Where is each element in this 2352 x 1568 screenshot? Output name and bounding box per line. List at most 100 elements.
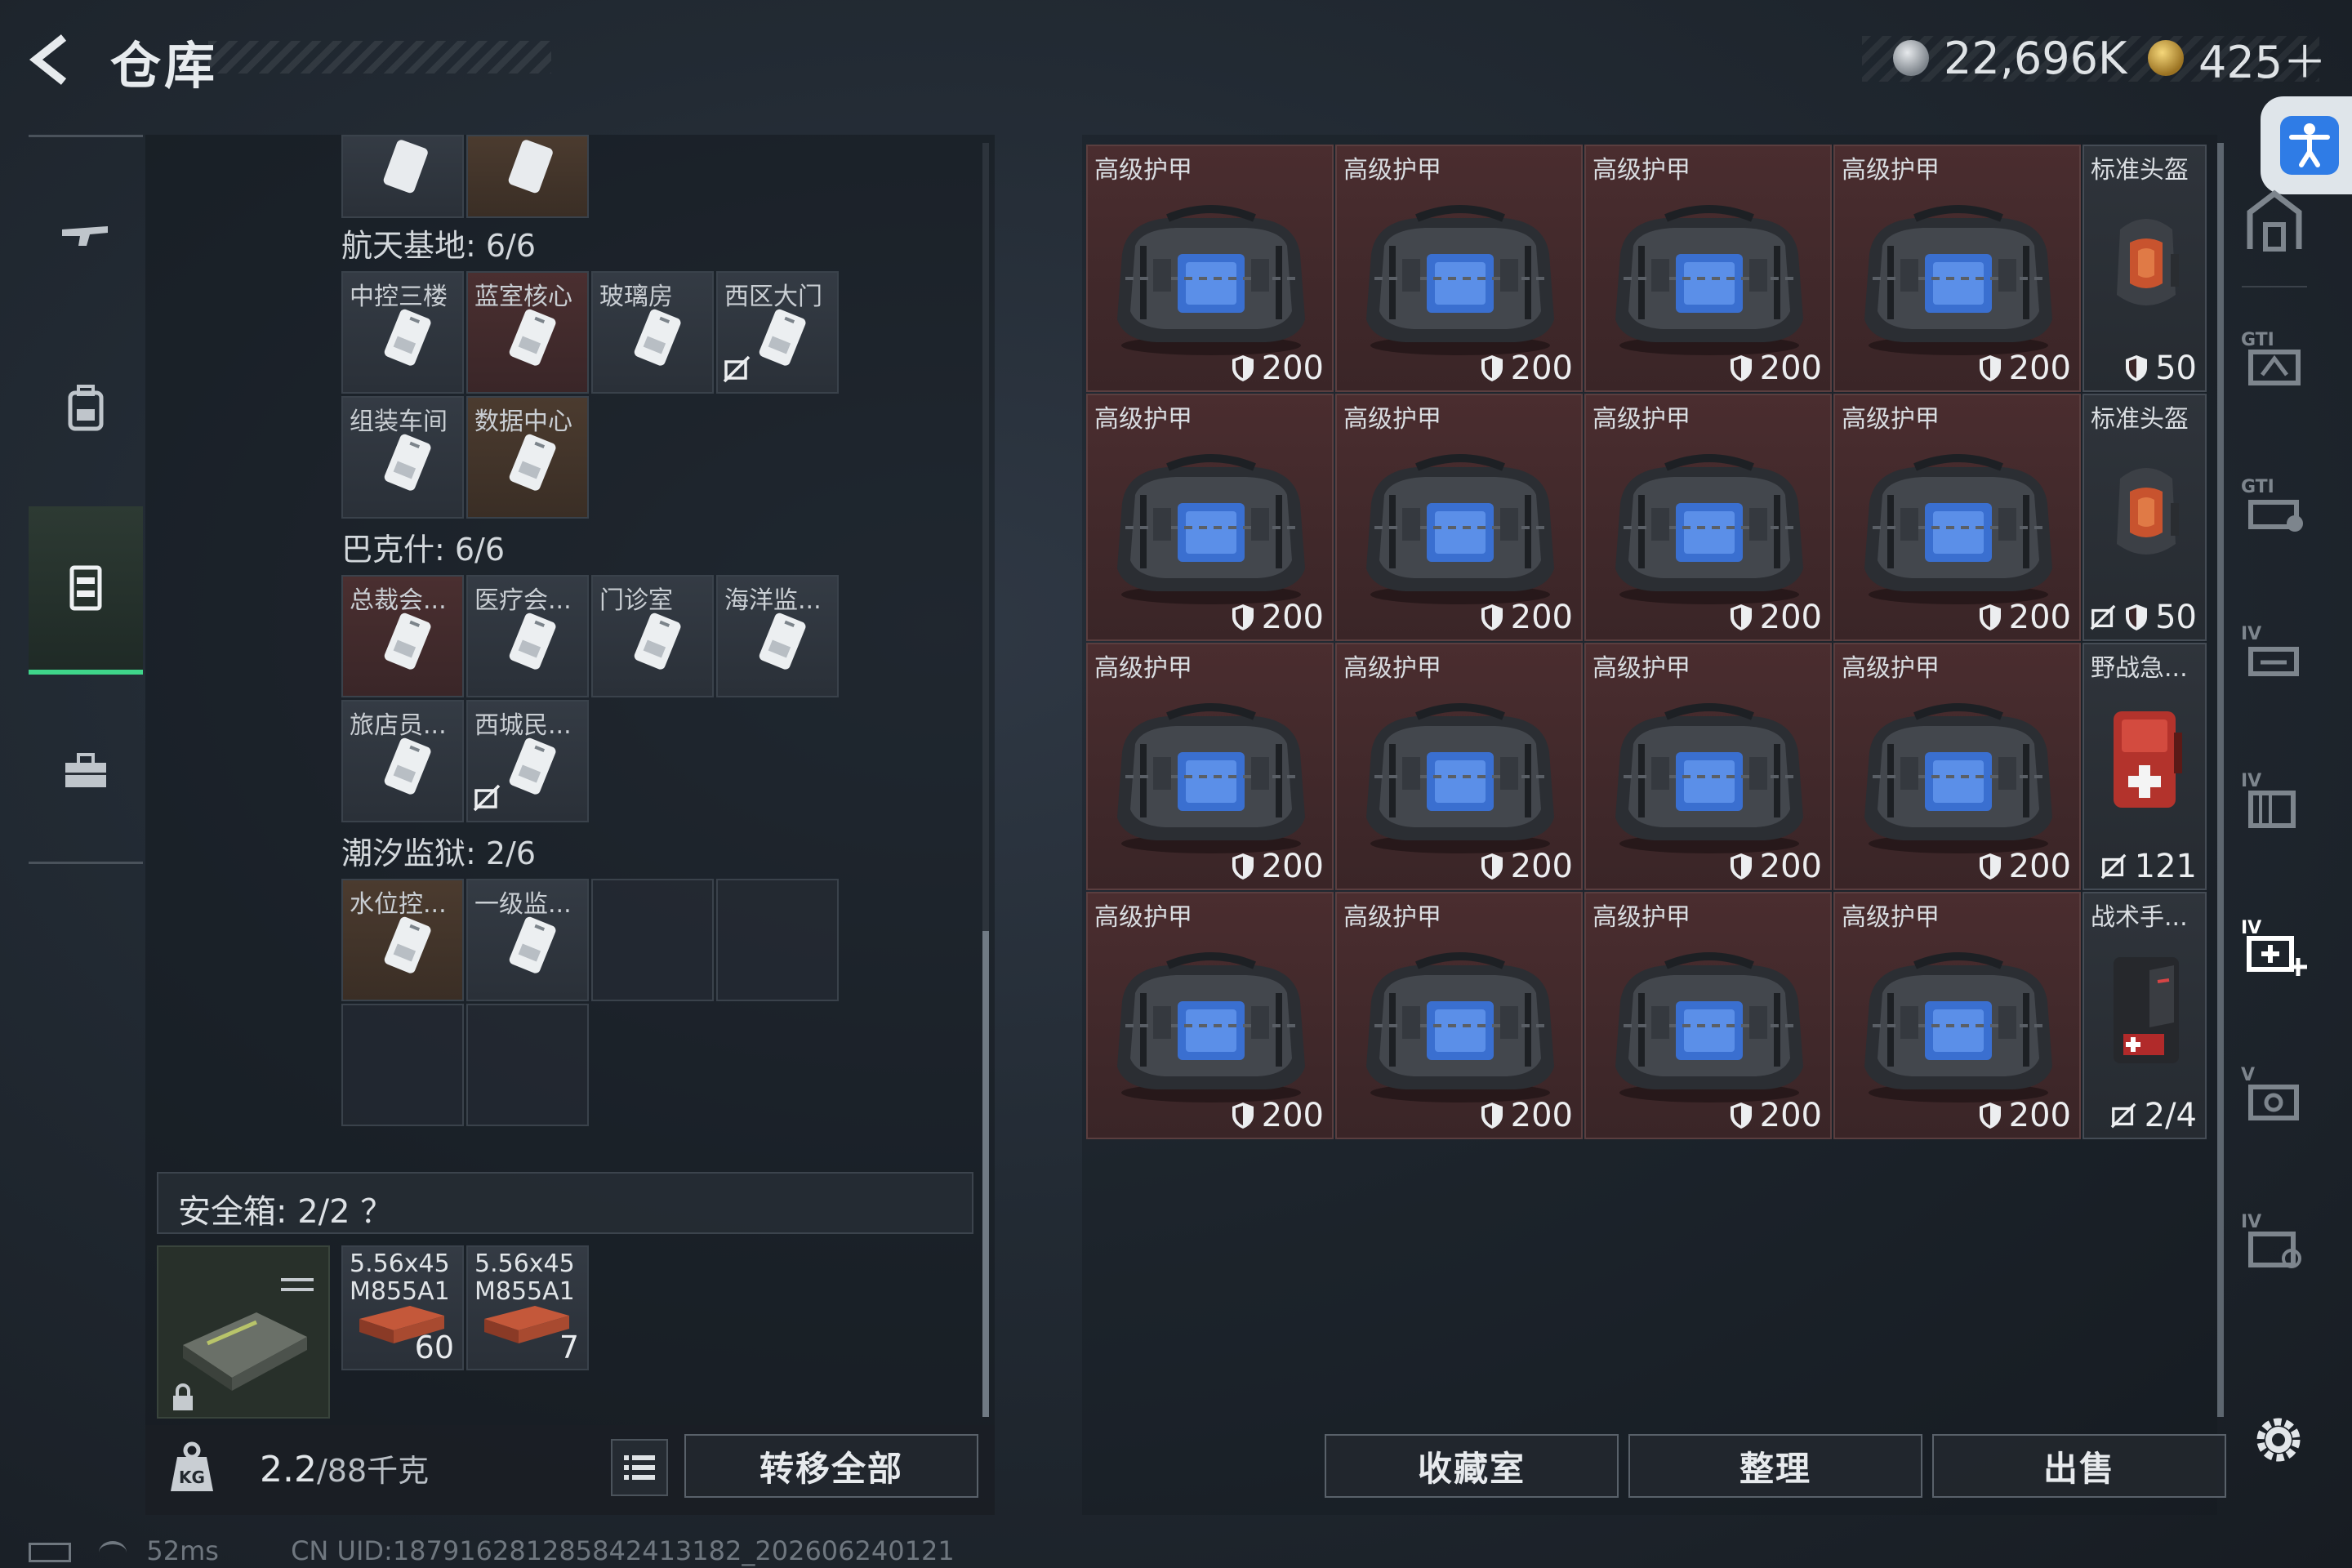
item-value: 200	[1729, 599, 1822, 636]
stash-item-slot[interactable]: 战术手... 2/4	[2082, 892, 2207, 1139]
stash-tab-3[interactable]: IV	[2230, 604, 2319, 702]
silver-currency[interactable]: 22,696K	[1893, 29, 2127, 87]
ammo-slot[interactable]: 5.56x45 M855A1 60	[341, 1245, 464, 1370]
armor-item-slot[interactable]: 高级护甲 200	[1086, 892, 1334, 1139]
stash-item-slot[interactable]: 标准头盔 50	[2082, 145, 2207, 392]
stash-tab-1[interactable]: GTI	[2230, 310, 2319, 408]
armor-bag-icon	[1864, 703, 2052, 853]
armor-item-slot[interactable]: 高级护甲 200	[1086, 145, 1334, 392]
armor-item-slot[interactable]: 高级护甲 200	[1833, 145, 2081, 392]
page-title: 仓库	[110, 36, 219, 96]
armor-item-slot[interactable]: 高级护甲 200	[1335, 145, 1583, 392]
silver-amount: 22,696K	[1944, 32, 2127, 84]
rail-item-weapons[interactable]	[29, 155, 143, 318]
armor-item-slot[interactable]: 高级护甲 200	[1086, 643, 1334, 890]
item-value-text: 50	[2155, 599, 2197, 636]
key-label: 一级监...	[474, 890, 572, 919]
armor-item-slot[interactable]: 高级护甲 200	[1584, 892, 1832, 1139]
stash-tab-4[interactable]: IV	[2230, 751, 2319, 849]
armor-item-slot[interactable]: 高级护甲 200	[1833, 643, 2081, 890]
item-value-text: 200	[1261, 1097, 1324, 1134]
back-button[interactable]	[24, 31, 82, 88]
rail-item-backpack[interactable]	[29, 327, 143, 490]
armor-item-slot[interactable]: 高级护甲 200	[1833, 394, 2081, 641]
ammo-slot[interactable]: 5.56x45 M855A1 7	[466, 1245, 589, 1370]
armor-bag-icon	[1615, 454, 1803, 604]
key-label: 西区大门	[724, 283, 822, 311]
armor-item-slot[interactable]: 高级护甲 200	[1086, 394, 1334, 641]
key-slot[interactable]: 总裁会...	[341, 575, 464, 697]
empty-key-slot[interactable]	[591, 879, 714, 1001]
collection-room-button[interactable]: 收藏室	[1325, 1434, 1619, 1498]
key-slot[interactable]: 水位控...	[341, 879, 464, 1001]
key-slot[interactable]: 一级监...	[466, 879, 589, 1001]
stash-tab-add[interactable]: IV	[2230, 898, 2319, 996]
ammo-label: 5.56x45 M855A1	[350, 1250, 450, 1306]
item-value: 200	[1231, 1097, 1324, 1134]
key-slot[interactable]: 中控三楼	[341, 271, 464, 394]
empty-key-slot[interactable]	[466, 1004, 589, 1126]
stash-scrollbar[interactable]	[2217, 143, 2224, 1417]
armor-item-slot[interactable]: 高级护甲 200	[1335, 643, 1583, 890]
safe-box-container[interactable]	[157, 1245, 330, 1419]
item-label: 高级护甲	[1842, 903, 1940, 932]
key-slot[interactable]: 海洋监...	[716, 575, 839, 697]
armor-item-slot[interactable]: 高级护甲 200	[1335, 892, 1583, 1139]
sort-button[interactable]: 整理	[1628, 1434, 1922, 1498]
item-value: 200	[1231, 599, 1324, 636]
key-slot[interactable]: 数据中心	[466, 396, 589, 519]
key-slot[interactable]: 组装车间	[341, 396, 464, 519]
armor-item-slot[interactable]: 高级护甲 200	[1584, 145, 1832, 392]
stash-tier-icon: IV	[2241, 1212, 2301, 1268]
list-view-button[interactable]	[611, 1439, 668, 1496]
item-label: 标准头盔	[2091, 156, 2189, 185]
key-slot[interactable]: 蓝室核心	[466, 271, 589, 394]
no-drop-icon	[2090, 604, 2116, 630]
transfer-all-button[interactable]: 转移全部	[684, 1434, 978, 1498]
durability-shield-icon	[1481, 604, 1503, 630]
durability-shield-icon	[1232, 355, 1254, 381]
durability-shield-icon	[1979, 1102, 2001, 1129]
key-slot[interactable]	[341, 135, 464, 218]
empty-key-slot[interactable]	[341, 1004, 464, 1126]
sell-button[interactable]: 出售	[1932, 1434, 2226, 1498]
rail-item-toolbox[interactable]	[29, 690, 143, 853]
key-slot[interactable]: 西区大门	[716, 271, 839, 394]
stash-tab-5[interactable]: V	[2230, 1045, 2319, 1143]
item-label: 高级护甲	[1094, 654, 1192, 683]
armor-item-slot[interactable]: 高级护甲 200	[1584, 394, 1832, 641]
key-group-title: 潮汐监狱: 2/6	[341, 835, 537, 871]
item-value: 200	[1231, 848, 1324, 885]
armor-bag-icon	[1864, 952, 2052, 1102]
ammo-count: 60	[414, 1330, 454, 1365]
key-slot[interactable]: 西城民...	[466, 700, 589, 822]
toolbox-icon	[65, 753, 106, 787]
armor-item-slot[interactable]: 高级护甲 200	[1335, 394, 1583, 641]
armor-bag-icon	[1366, 703, 1554, 853]
stash-tab-home[interactable]	[2230, 172, 2319, 270]
keycard-icon	[508, 140, 553, 194]
keycard-icon	[634, 309, 681, 366]
stash-item-slot[interactable]: 标准头盔 50	[2082, 394, 2207, 641]
rail-item-vest[interactable]	[29, 506, 143, 675]
item-label: 高级护甲	[1343, 405, 1441, 434]
stash-tab-2[interactable]: GTI	[2230, 457, 2319, 555]
stash-item-slot[interactable]: 野战急... 121	[2082, 643, 2207, 890]
left-scrollbar-thumb[interactable]	[982, 931, 989, 1417]
key-slot[interactable]: 旅店员...	[341, 700, 464, 822]
key-slot[interactable]: 门诊室	[591, 575, 714, 697]
armor-item-slot[interactable]: 高级护甲 200	[1833, 892, 2081, 1139]
safe-box-header[interactable]: 安全箱: 2/2 ？	[157, 1172, 973, 1234]
gold-currency[interactable]: 425＋	[2148, 29, 2327, 88]
key-slot[interactable]	[466, 135, 589, 218]
item-value-text: 200	[1510, 848, 1573, 885]
key-group-title: 巴克什: 6/6	[341, 532, 506, 568]
armor-bag-icon	[1117, 703, 1305, 853]
stash-tier-icon: GTI	[2241, 477, 2303, 532]
stash-tab-6[interactable]: IV	[2230, 1192, 2319, 1290]
settings-gear-icon[interactable]	[2247, 1409, 2310, 1471]
key-slot[interactable]: 玻璃房	[591, 271, 714, 394]
armor-item-slot[interactable]: 高级护甲 200	[1584, 643, 1832, 890]
empty-key-slot[interactable]	[716, 879, 839, 1001]
key-slot[interactable]: 医疗会...	[466, 575, 589, 697]
